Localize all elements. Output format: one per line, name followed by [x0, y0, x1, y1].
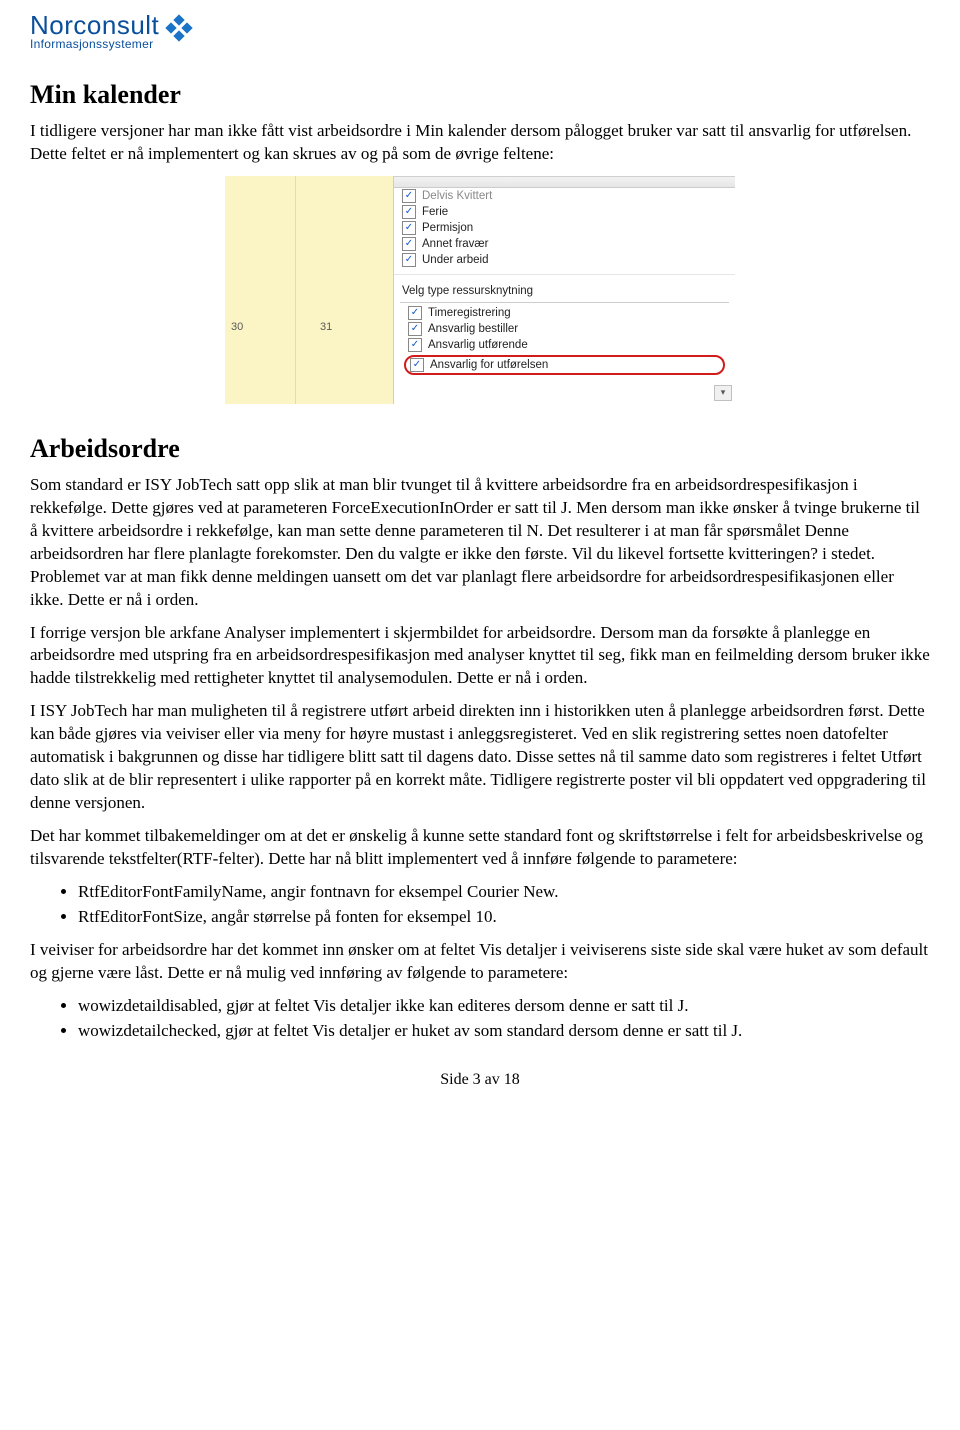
paragraph: Som standard er ISY JobTech satt opp sli… — [30, 474, 930, 612]
paragraph: I tidligere versjoner har man ikke fått … — [30, 120, 930, 166]
list-item: RtfEditorFontSize, angår størrelse på fo… — [78, 906, 930, 929]
checkbox-icon: ✓ — [402, 221, 416, 235]
logo-icon — [165, 14, 193, 42]
checkbox-label: Under arbeid — [422, 254, 488, 266]
checkbox-icon: ✓ — [402, 189, 416, 203]
checkbox-row[interactable]: ✓ Ferie — [394, 204, 735, 220]
heading-arbeidsordre: Arbeidsordre — [30, 434, 930, 464]
scroll-down-button[interactable]: ▾ — [714, 385, 732, 401]
checkbox-icon: ✓ — [402, 253, 416, 267]
logo-subtitle: Informasjonssystemer — [30, 38, 159, 50]
group-label: Velg type ressursknytning — [394, 274, 735, 300]
checkbox-icon: ✓ — [402, 205, 416, 219]
checkbox-icon: ✓ — [408, 338, 422, 352]
checkbox-row[interactable]: ✓ Ansvarlig utførende — [400, 337, 729, 353]
list-item: wowizdetaildisabled, gjør at feltet Vis … — [78, 995, 930, 1018]
checkbox-label: Timeregistrering — [428, 307, 511, 319]
logo-brand: Norconsult — [30, 12, 159, 38]
checkbox-label: Annet fravær — [422, 238, 488, 250]
checkbox-row[interactable]: ✓ Ansvarlig bestiller — [400, 321, 729, 337]
highlighted-checkbox-row[interactable]: ✓ Ansvarlig for utførelsen — [404, 355, 725, 375]
paragraph: I ISY JobTech har man muligheten til å r… — [30, 700, 930, 815]
list-item: wowizdetailchecked, gjør at feltet Vis d… — [78, 1020, 930, 1043]
paragraph: Det har kommet tilbakemeldinger om at de… — [30, 825, 930, 871]
checkbox-label: Delvis Kvittert — [422, 190, 492, 202]
checkbox-label: Ansvarlig utførende — [428, 339, 528, 351]
checkbox-label: Permisjon — [422, 222, 473, 234]
group-box: ✓ Timeregistrering ✓ Ansvarlig bestiller… — [400, 302, 729, 375]
embedded-screenshot: 30 31 ✓ Delvis Kvittert ✓ Ferie ✓ Permis… — [225, 176, 735, 404]
checkbox-label: Ferie — [422, 206, 448, 218]
logo: Norconsult Informasjonssystemer — [30, 12, 930, 50]
heading-min-kalender: Min kalender — [30, 80, 930, 110]
checkbox-row[interactable]: ✓ Annet fravær — [394, 236, 735, 252]
bullet-list: RtfEditorFontFamilyName, angir fontnavn … — [30, 881, 930, 929]
checkbox-icon: ✓ — [402, 237, 416, 251]
page-footer: Side 3 av 18 — [30, 1071, 930, 1089]
checkbox-row[interactable]: ✓ Under arbeid — [394, 252, 735, 268]
page-number: Side 3 av 18 — [440, 1071, 520, 1088]
calendar-day: 30 — [231, 321, 243, 333]
checkbox-label: Ansvarlig for utførelsen — [430, 359, 548, 371]
checkbox-icon: ✓ — [410, 358, 424, 372]
paragraph: I forrige versjon ble arkfane Analyser i… — [30, 622, 930, 691]
bullet-list: wowizdetaildisabled, gjør at feltet Vis … — [30, 995, 930, 1043]
checkbox-icon: ✓ — [408, 322, 422, 336]
list-item: RtfEditorFontFamilyName, angir fontnavn … — [78, 881, 930, 904]
checkbox-row[interactable]: ✓ Timeregistrering — [400, 305, 729, 321]
chevron-down-icon: ▾ — [721, 387, 726, 398]
calendar-day: 31 — [320, 321, 332, 333]
paragraph: I veiviser for arbeidsordre har det komm… — [30, 939, 930, 985]
checkbox-row[interactable]: ✓ Permisjon — [394, 220, 735, 236]
calendar-column: 30 31 — [225, 176, 394, 404]
checkbox-label: Ansvarlig bestiller — [428, 323, 518, 335]
options-panel: ✓ Delvis Kvittert ✓ Ferie ✓ Permisjon ✓ … — [394, 176, 735, 404]
checkbox-icon: ✓ — [408, 306, 422, 320]
panel-header-strip — [394, 177, 735, 188]
checkbox-row[interactable]: ✓ Delvis Kvittert — [394, 188, 735, 204]
